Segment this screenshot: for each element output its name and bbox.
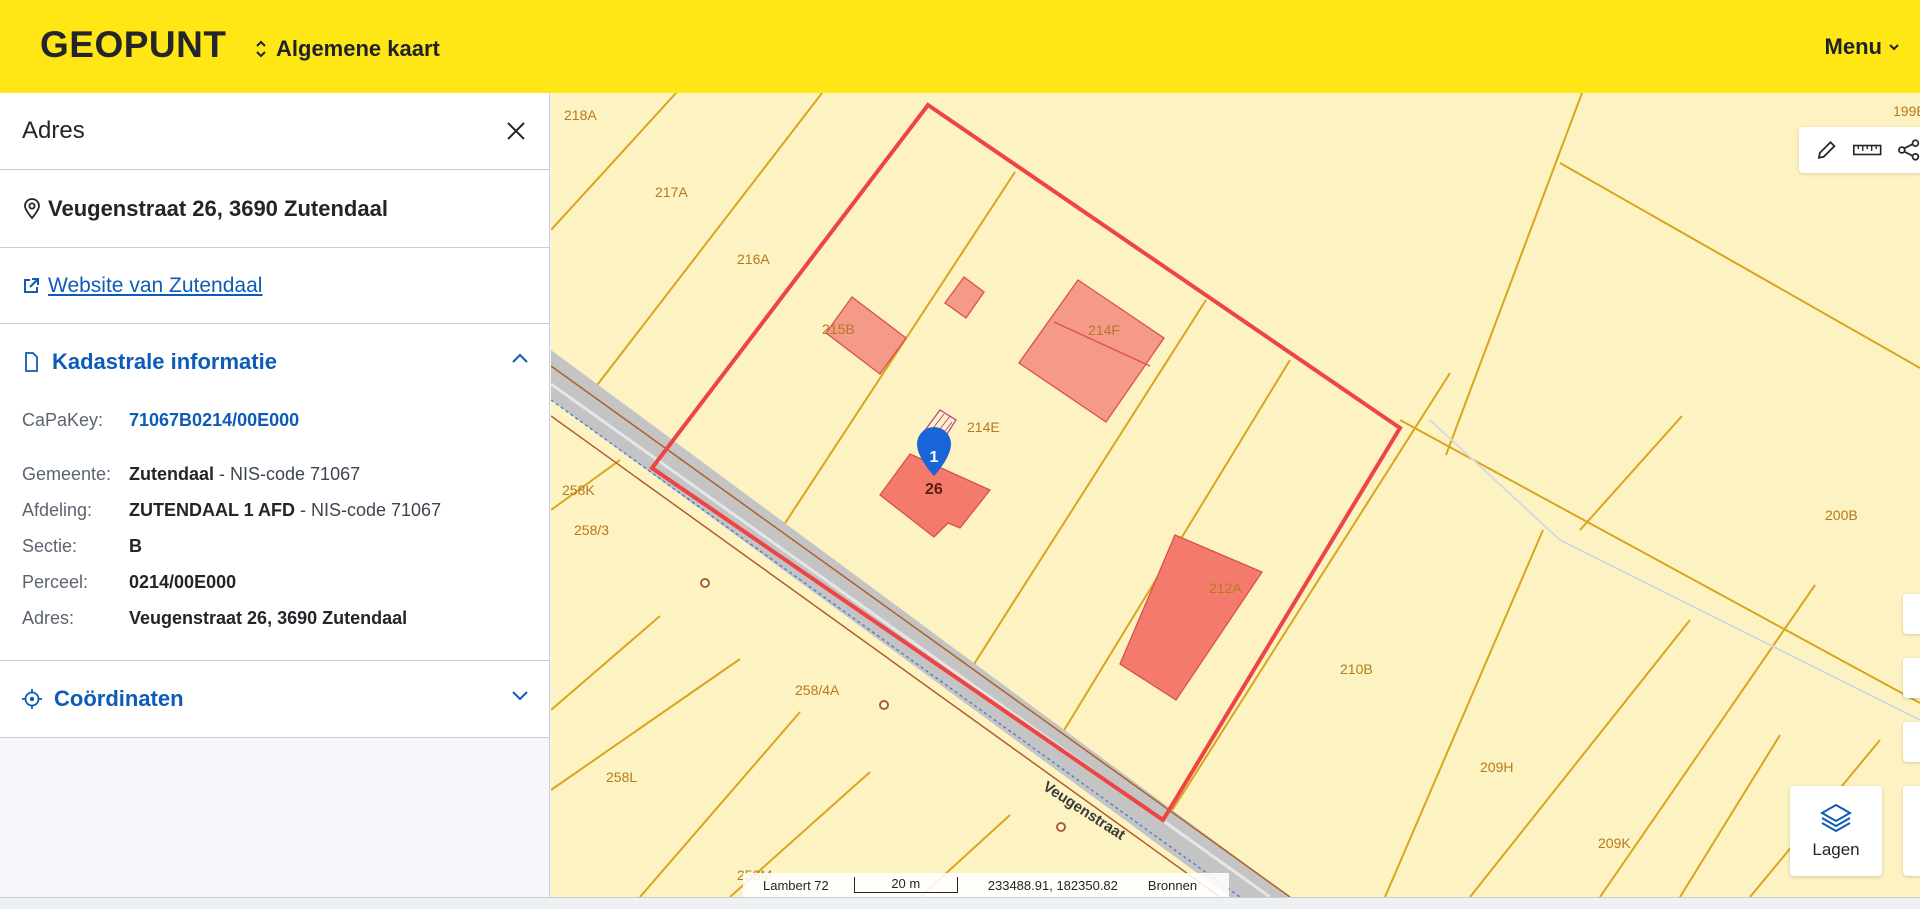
info-value-main: 0214/00E000 [129, 571, 237, 592]
zoom-out-button[interactable] [1903, 658, 1920, 698]
chevron-down-icon [512, 691, 528, 701]
document-icon [25, 352, 38, 372]
map-selector-label: Algemene kaart [276, 36, 440, 61]
map-toolbar [1799, 127, 1920, 173]
info-row-perceel: Perceel: 0214/00E000 [22, 564, 527, 600]
info-value: ZUTENDAAL 1 AFD - NIS-code 71067 [129, 500, 441, 521]
kadaster-body: CaPaKey: 71067B0214/00E000 Gemeente: Zut… [0, 400, 549, 660]
sidebar-title: Adres [22, 117, 85, 144]
parcel-label: 214E [967, 419, 1000, 435]
info-label: Adres: [22, 607, 75, 628]
close-icon[interactable] [505, 120, 527, 142]
info-value: Veugenstraat 26, 3690 Zutendaal [129, 608, 407, 629]
info-label: Sectie: [22, 535, 78, 556]
info-row-afdeling: Afdeling: ZUTENDAAL 1 AFD - NIS-code 710… [22, 492, 527, 528]
cursor-coordinates: 233488.91, 182350.82 [987, 877, 1118, 893]
zoom-in-button[interactable] [1903, 594, 1920, 634]
projection-label: Lambert 72 [763, 877, 829, 893]
sources-link[interactable]: Bronnen [1148, 878, 1197, 893]
cadastral-map: 1 218A 217A 216A 215B 214F 214E 26 258K … [551, 93, 1920, 897]
info-value: B [129, 536, 142, 557]
chevron-down-icon [1889, 44, 1899, 51]
website-row: Website van Zutendaal [0, 248, 549, 324]
info-value-sub: - NIS-code 71067 [214, 463, 361, 484]
layers-button[interactable]: Lagen [1790, 786, 1882, 876]
layers-icon [1819, 803, 1853, 833]
info-value-main: B [129, 535, 142, 556]
parcel-label: 210B [1340, 661, 1373, 677]
parcel-label: 258/4A [795, 682, 840, 698]
parcel-label: 214F [1088, 322, 1120, 338]
info-value-main: Veugenstraat 26, 3690 Zutendaal [129, 607, 408, 628]
address-text: Veugenstraat 26, 3690 Zutendaal [48, 195, 388, 221]
ruler-icon[interactable] [1852, 138, 1882, 162]
bottom-edge [0, 897, 1920, 909]
capakey-row: CaPaKey: 71067B0214/00E000 [22, 402, 527, 438]
map-canvas[interactable]: 1 218A 217A 216A 215B 214F 214E 26 258K … [551, 93, 1920, 897]
info-row-gemeente: Gemeente: Zutendaal - NIS-code 71067 [22, 456, 527, 492]
info-sidebar: Adres Veugenstraat 26, 3690 Zutendaal We… [0, 93, 550, 909]
top-header: GEOPUNT Algemene kaart Menu [0, 0, 1920, 93]
kadaster-title: Kadastrale informatie [52, 349, 277, 374]
parcel-label: 209K [1598, 835, 1631, 851]
info-row-adres: Adres: Veugenstraat 26, 3690 Zutendaal [22, 600, 527, 636]
parcel-label: 199B [1893, 103, 1920, 119]
map-selector[interactable]: Algemene kaart [254, 36, 440, 62]
location-pin-icon [24, 197, 40, 219]
chevron-up-icon [512, 353, 528, 363]
kadaster-section: Kadastrale informatie CaPaKey: 71067B021… [0, 324, 549, 661]
parcel-label: 209H [1480, 759, 1513, 775]
info-value-main: Zutendaal [129, 463, 215, 484]
coordinates-section: Coördinaten [0, 661, 549, 738]
layers-label: Lagen [1812, 840, 1860, 859]
info-value-main: ZUTENDAAL 1 AFD [129, 499, 295, 520]
website-link[interactable]: Website van Zutendaal [48, 274, 262, 298]
address-row: Veugenstraat 26, 3690 Zutendaal [0, 170, 549, 248]
extra-map-button[interactable] [1903, 786, 1920, 876]
parcel-label: 258K [562, 482, 595, 498]
parcel-label: 212A [1209, 580, 1242, 596]
kadaster-accordion-header[interactable]: Kadastrale informatie [0, 324, 549, 400]
capakey-value[interactable]: 71067B0214/00E000 [129, 410, 299, 431]
coordinates-accordion-header[interactable]: Coördinaten [0, 661, 549, 737]
share-icon[interactable] [1897, 138, 1920, 162]
parcel-label: 216A [737, 251, 770, 267]
house-number-label: 26 [925, 481, 943, 498]
info-label: Gemeente: [22, 463, 112, 484]
info-value-sub: - NIS-code 71067 [295, 499, 442, 520]
info-value: 0214/00E000 [129, 572, 236, 593]
menu-label: Menu [1824, 34, 1882, 59]
sidebar-header: Adres [0, 93, 549, 170]
sidebar-panel: Adres Veugenstraat 26, 3690 Zutendaal We… [0, 93, 549, 738]
marker-number: 1 [930, 449, 939, 466]
parcel-label: 218A [564, 107, 597, 123]
menu-button[interactable]: Menu [1825, 34, 1900, 60]
geopunt-logo[interactable]: GEOPUNT [40, 24, 226, 66]
parcel-label: 258L [606, 769, 637, 785]
parcel-label: 200B [1825, 507, 1858, 523]
crosshair-icon [22, 689, 42, 709]
locate-button[interactable] [1903, 722, 1920, 762]
external-link-icon [24, 277, 39, 293]
info-row-sectie: Sectie: B [22, 528, 527, 564]
pencil-icon[interactable] [1815, 138, 1838, 162]
coordinates-title: Coördinaten [54, 686, 184, 711]
scale-indicator: 20 m [853, 877, 958, 893]
capakey-label: CaPaKey: [22, 409, 104, 430]
info-label: Perceel: [22, 571, 89, 592]
map-status-bar: Lambert 72 20 m 233488.91, 182350.82 Bro… [743, 873, 1229, 897]
parcel-label: 215B [822, 321, 855, 337]
sort-arrows-icon [256, 40, 266, 58]
parcel-label: 258/3 [574, 522, 609, 538]
info-label: Afdeling: [22, 499, 93, 520]
info-value: Zutendaal - NIS-code 71067 [129, 464, 360, 485]
parcel-label: 217A [655, 184, 688, 200]
